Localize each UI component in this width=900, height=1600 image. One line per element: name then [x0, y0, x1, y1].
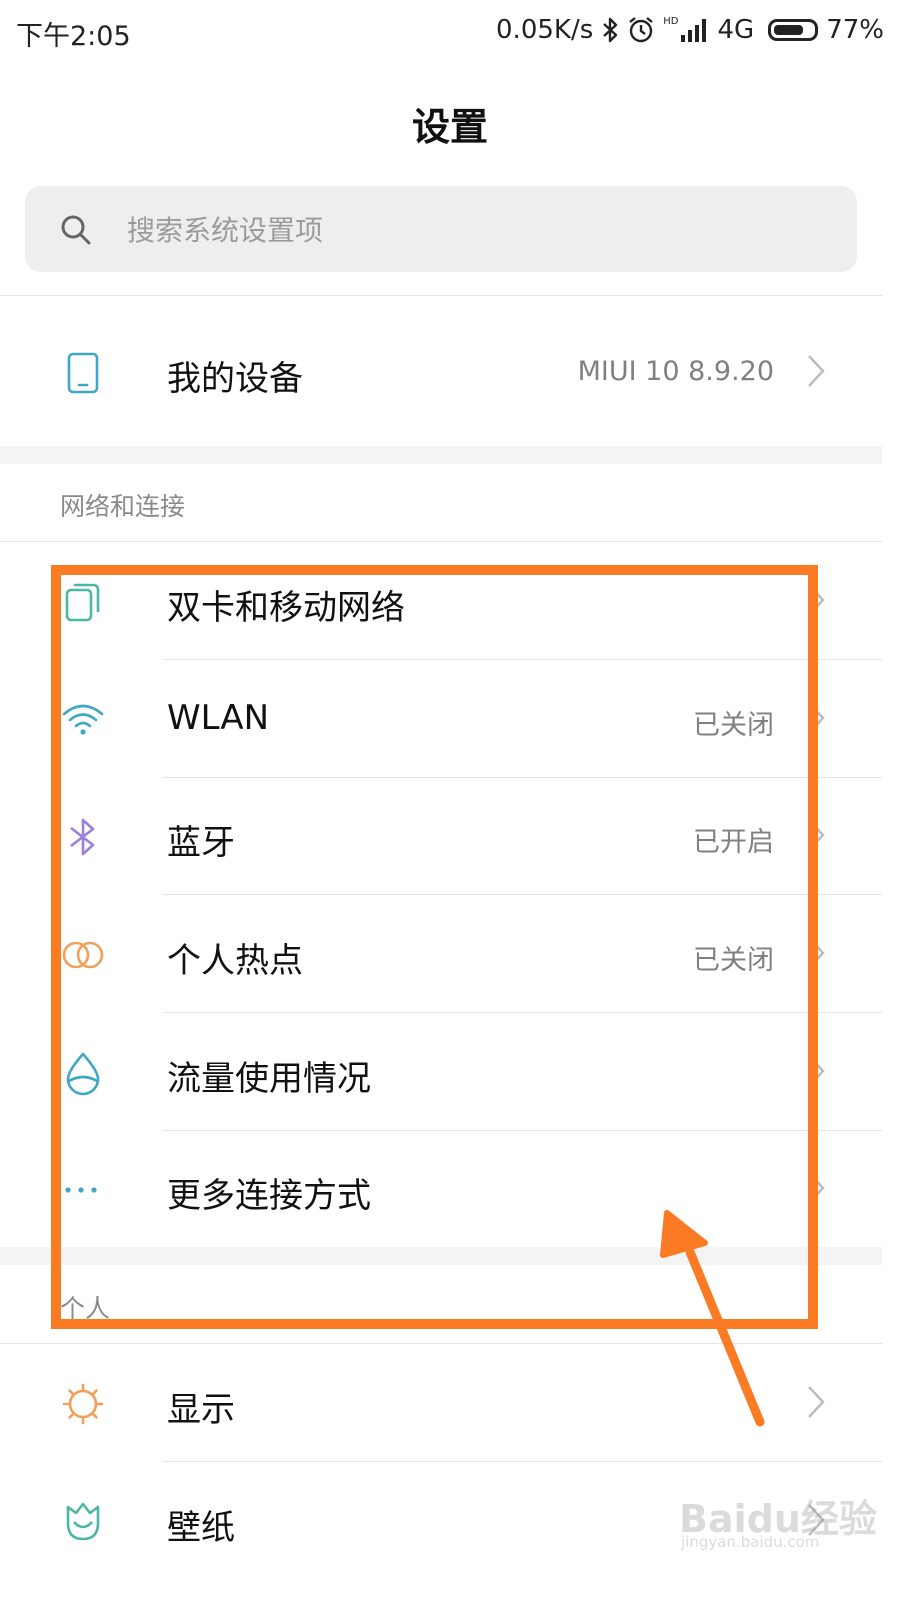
annotation-arrow: [660, 1210, 765, 1427]
watermark-url: jingyan.baidu.com: [681, 1533, 820, 1551]
watermark: Baidu经验 jingyan.baidu.com: [673, 1478, 883, 1558]
